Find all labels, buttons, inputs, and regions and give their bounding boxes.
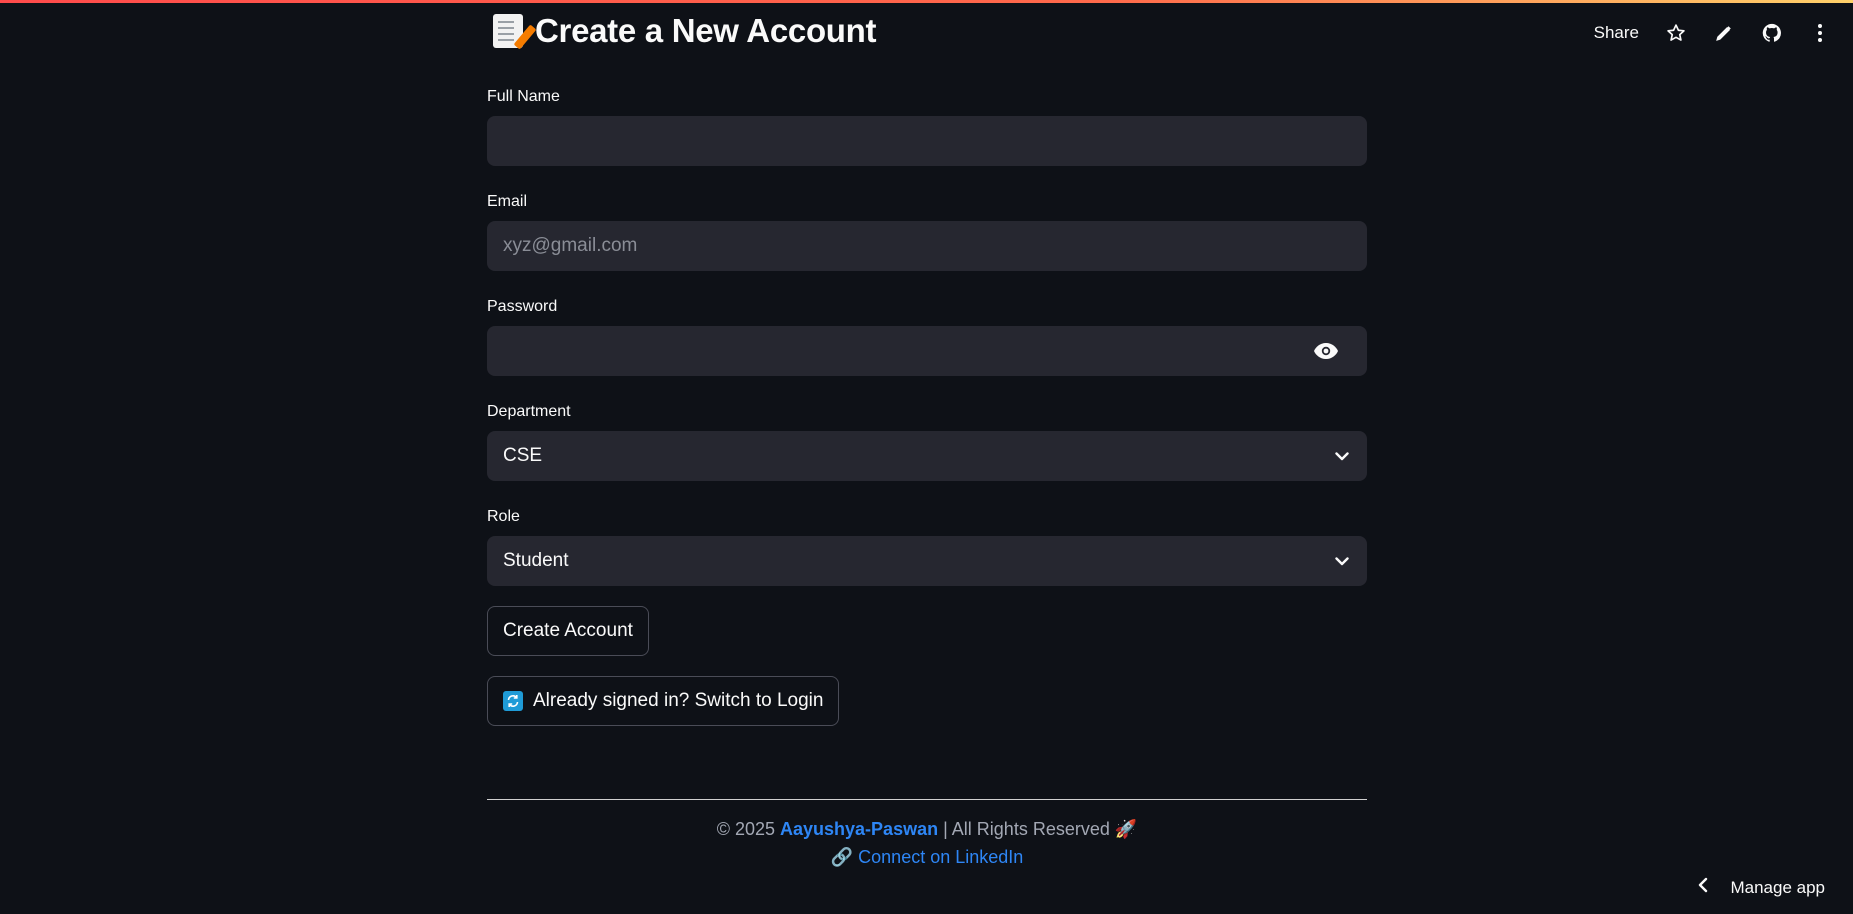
create-account-button[interactable]: Create Account: [487, 606, 649, 656]
page-title-text: Create a New Account: [535, 12, 877, 49]
department-selected-value: CSE: [503, 445, 543, 466]
chevron-left-icon: [1698, 877, 1708, 898]
role-label: Role: [487, 508, 520, 525]
email-input[interactable]: [487, 221, 1367, 271]
footer-copyright-line: © 2025 Aayushya-Paswan | All Rights Rese…: [487, 815, 1367, 843]
footer: © 2025 Aayushya-Paswan | All Rights Rese…: [487, 815, 1367, 871]
email-label: Email: [487, 193, 528, 210]
password-input-box: [487, 326, 1367, 376]
github-icon[interactable]: [1761, 22, 1783, 44]
email-field: Email: [487, 191, 1367, 271]
star-icon[interactable]: [1665, 22, 1687, 44]
password-input[interactable]: [487, 326, 1367, 376]
department-label: Department: [487, 403, 571, 420]
department-field: Department CSE: [487, 401, 1367, 481]
memo-emoji-icon: [493, 14, 523, 48]
email-input-box: [487, 221, 1367, 271]
password-field: Password: [487, 296, 1367, 376]
role-field: Role Student: [487, 506, 1367, 586]
author-link[interactable]: Aayushya-Paswan: [780, 819, 938, 839]
full-name-input-box: [487, 116, 1367, 166]
footer-linkedin-line: 🔗 Connect on LinkedIn: [487, 843, 1367, 871]
password-label: Password: [487, 298, 558, 315]
refresh-arrows-icon: [503, 691, 523, 711]
manage-app-button[interactable]: Manage app: [1698, 877, 1825, 898]
role-select[interactable]: Student: [487, 536, 1367, 586]
full-name-field: Full Name: [487, 86, 1367, 166]
linkedin-link[interactable]: Connect on LinkedIn: [858, 847, 1023, 867]
header-toolbar: Share: [1594, 22, 1831, 44]
switch-to-login-label: Already signed in? Switch to Login: [533, 690, 824, 711]
role-selected-value: Student: [503, 550, 569, 571]
full-name-input[interactable]: [487, 116, 1367, 166]
share-button[interactable]: Share: [1594, 23, 1639, 43]
pencil-icon[interactable]: [1713, 22, 1735, 44]
full-name-label: Full Name: [487, 88, 560, 105]
page-title: Create a New Account: [493, 10, 1367, 52]
main-content: Create a New Account Full Name Email Pas…: [487, 0, 1367, 726]
department-select[interactable]: CSE: [487, 431, 1367, 481]
copyright-text: © 2025: [716, 819, 775, 839]
rights-text: | All Rights Reserved: [943, 819, 1110, 839]
manage-app-label: Manage app: [1730, 877, 1825, 897]
footer-divider: [487, 799, 1367, 800]
chevron-down-icon: [1333, 552, 1351, 570]
show-password-eye-icon[interactable]: [1313, 340, 1339, 362]
more-vertical-icon[interactable]: [1809, 22, 1831, 44]
link-icon: 🔗: [830, 847, 854, 867]
rocket-icon: 🚀: [1114, 819, 1138, 839]
switch-to-login-button[interactable]: Already signed in? Switch to Login: [487, 676, 840, 726]
chevron-down-icon: [1333, 447, 1351, 465]
